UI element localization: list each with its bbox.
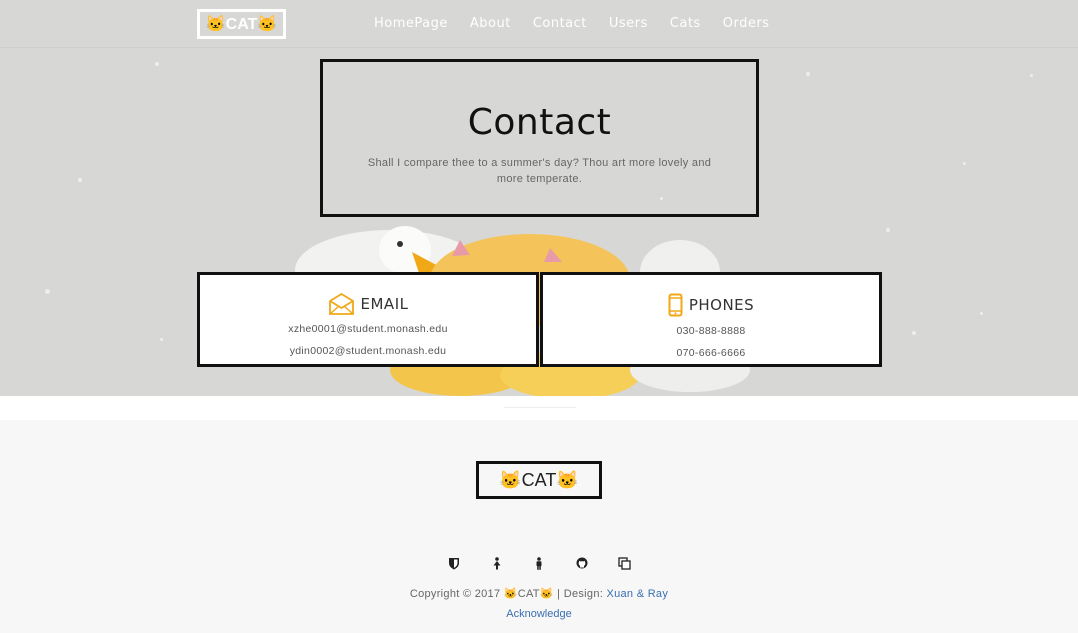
nav-link-users[interactable]: Users — [609, 16, 648, 31]
nav-link-homepage[interactable]: HomePage — [374, 16, 448, 31]
copyright-text: Copyright © 2017 🐱CAT🐱 | Design: — [409, 588, 607, 600]
divider-line — [504, 407, 576, 408]
female-icon[interactable] — [487, 555, 507, 571]
page-title: Contact — [467, 102, 612, 143]
email-card-heading: EMAIL — [200, 293, 536, 315]
phone-number-1: 030-888-8888 — [676, 325, 746, 337]
nav-link-orders[interactable]: Orders — [723, 16, 770, 31]
shield-icon[interactable] — [444, 555, 464, 571]
brand-logo[interactable]: 🐱CAT🐱 — [197, 9, 286, 39]
acknowledge-link[interactable]: Acknowledge — [0, 608, 1078, 620]
email-address-1: xzhe0001@student.monash.edu — [288, 323, 448, 335]
phone-heading-text: PHONES — [688, 296, 755, 314]
navbar: 🐱CAT🐱 HomePage About Contact Users Cats … — [0, 0, 1078, 48]
footer-logo[interactable]: 🐱CAT🐱 — [476, 461, 602, 499]
nav-link-contact[interactable]: Contact — [533, 16, 587, 31]
email-heading-text: EMAIL — [360, 295, 409, 313]
contact-header-box: Contact Shall I compare thee to a summer… — [320, 59, 759, 217]
footer-social-icons — [444, 555, 657, 571]
section-divider — [0, 396, 1078, 420]
phone-card-heading: PHONES — [543, 293, 879, 317]
envelope-icon — [328, 293, 355, 315]
copyright-line: Copyright © 2017 🐱CAT🐱 | Design: Xuan & … — [0, 587, 1078, 600]
mobile-phone-icon — [668, 293, 683, 317]
nav-link-about[interactable]: About — [470, 16, 511, 31]
nav-link-cats[interactable]: Cats — [670, 16, 701, 31]
nav-links: HomePage About Contact Users Cats Orders — [363, 16, 780, 31]
phone-card: PHONES 030-888-8888 070-666-6666 — [540, 272, 882, 367]
github-icon[interactable] — [572, 555, 592, 571]
male-icon[interactable] — [529, 555, 549, 571]
email-card: EMAIL xzhe0001@student.monash.edu ydin00… — [197, 272, 539, 367]
page-subtitle: Shall I compare thee to a summer's day? … — [367, 157, 712, 185]
copy-icon[interactable] — [614, 555, 634, 571]
email-address-2: ydin0002@student.monash.edu — [289, 345, 447, 357]
hero-banner: 🐱CAT🐱 HomePage About Contact Users Cats … — [0, 0, 1078, 396]
phone-number-2: 070-666-6666 — [676, 347, 746, 359]
designers-link[interactable]: Xuan & Ray — [606, 588, 668, 600]
